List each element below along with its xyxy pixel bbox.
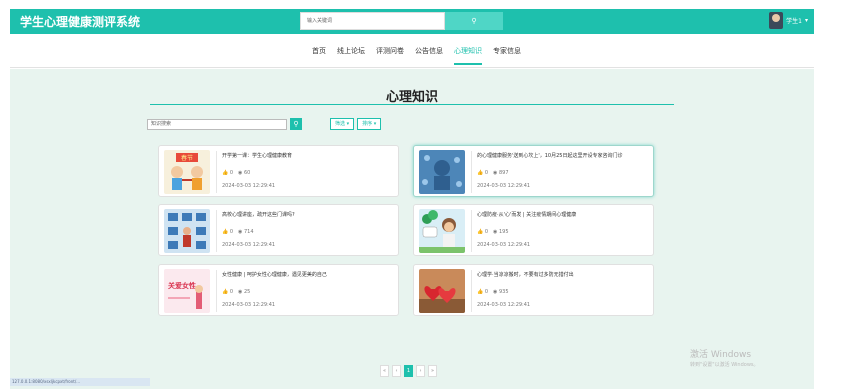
card-stats: 👍 0 ◉ 25 [222, 289, 250, 295]
view-count: ◉ 714 [238, 229, 254, 235]
card-thumbnail [419, 209, 465, 253]
card-date: 2024-03-03 12:29:41 [222, 302, 276, 308]
card-title[interactable]: 女性健康 | 呵护女性心理健康，遇见更美的自己 [222, 271, 394, 278]
knowledge-search-button[interactable]: ⚲ [290, 118, 302, 130]
eye-icon: ◉ [493, 229, 498, 235]
first-page-button[interactable]: « [380, 365, 389, 377]
windows-activation-watermark: 激活 Windows 转到"设置"以激活 Windows。 [690, 350, 759, 368]
card-date: 2024-03-03 12:29:41 [222, 242, 276, 248]
filter-row: 知识搜索 ⚲ 筛选 ▾ 排序 ▾ [147, 118, 382, 130]
nav-item-knowledge[interactable]: 心理知识 [454, 46, 482, 65]
thumbs-up-icon: 👍 [222, 289, 229, 295]
prev-page-button[interactable]: ‹ [392, 365, 401, 377]
nav-item-home[interactable]: 首页 [312, 46, 326, 56]
card-title[interactable]: 开学第一课：学生心理健康教育 [222, 152, 394, 159]
card-title[interactable]: 高校心理讲座，疏开这些门课吗? [222, 211, 394, 218]
card-title[interactable]: 的心理健康服务'送到心坎上'，10月25日起这里开设专家咨询门诊 [477, 152, 649, 159]
card-date: 2024-03-03 12:29:41 [477, 302, 531, 308]
card-date: 2024-03-03 12:29:41 [222, 183, 276, 189]
user-name: 学生1 [786, 18, 802, 25]
card-thumbnail [164, 209, 210, 253]
card-divider [216, 270, 217, 312]
search-icon: ⚲ [471, 17, 477, 25]
like-count: 👍 0 [477, 170, 489, 176]
card-stats: 👍 0 ◉ 935 [477, 289, 509, 295]
card-date: 2024-03-03 12:29:41 [477, 183, 531, 189]
search-input[interactable]: 输入关键词 [300, 12, 445, 30]
user-menu[interactable]: 学生1 ▾ [769, 12, 808, 29]
top-bar: 学生心理健康测评系统 输入关键词 ⚲ 学生1 ▾ [10, 9, 814, 34]
search-icon: ⚲ [293, 120, 299, 128]
view-count: ◉ 25 [238, 289, 251, 295]
section-title: 心理知识 [385, 90, 438, 105]
like-count: 👍 0 [477, 289, 489, 295]
like-count: 👍 0 [222, 289, 234, 295]
like-count: 👍 0 [477, 229, 489, 235]
content-area: 心理知识 知识搜索 ⚲ 筛选 ▾ 排序 ▾ 春节 开学第一课：学生心理健康教育 … [10, 69, 814, 389]
eye-icon: ◉ [238, 170, 243, 176]
page: 学生心理健康测评系统 输入关键词 ⚲ 学生1 ▾ 首页 线上论坛 评测问卷 公告… [0, 0, 845, 389]
card-divider [471, 210, 472, 252]
svg-text:关爱女性: 关爱女性 [168, 281, 196, 290]
avatar [769, 12, 784, 29]
card-thumbnail [419, 269, 465, 313]
knowledge-card[interactable]: 心理防疫·从'心'而发 | 关注疫情期间心理健康 👍 0 ◉ 195 2024-… [413, 204, 654, 256]
view-count: ◉ 60 [238, 170, 251, 176]
filter-dropdown[interactable]: 筛选 ▾ [330, 118, 355, 130]
view-count: ◉ 897 [493, 170, 509, 176]
thumbs-up-icon: 👍 [477, 289, 484, 295]
card-date: 2024-03-03 12:29:41 [477, 242, 531, 248]
pagination: « ‹ 1 › » [380, 365, 437, 377]
card-stats: 👍 0 ◉ 897 [477, 170, 509, 176]
eye-icon: ◉ [493, 170, 498, 176]
card-divider [216, 151, 217, 193]
last-page-button[interactable]: » [428, 365, 437, 377]
card-title[interactable]: 心理防疫·从'心'而发 | 关注疫情期间心理健康 [477, 211, 649, 218]
status-bar-url: 127.0.0.1:8080/xsxljkcpxt/front/... [10, 378, 150, 386]
thumbs-up-icon: 👍 [477, 229, 484, 235]
card-divider [216, 210, 217, 252]
knowledge-card[interactable]: 关爱女性 女性健康 | 呵护女性心理健康，遇见更美的自己 👍 0 ◉ 25 20… [158, 264, 399, 316]
nav-item-questionnaire[interactable]: 评测问卷 [376, 46, 404, 56]
view-count: ◉ 935 [493, 289, 509, 295]
thumbs-up-icon: 👍 [222, 170, 229, 176]
eye-icon: ◉ [238, 229, 243, 235]
nav-item-announcements[interactable]: 公告信息 [415, 46, 443, 56]
main-nav: 首页 线上论坛 评测问卷 公告信息 心理知识 专家信息 [10, 34, 814, 68]
nav-item-forum[interactable]: 线上论坛 [337, 46, 365, 56]
eye-icon: ◉ [238, 289, 243, 295]
view-count: ◉ 195 [493, 229, 509, 235]
title-divider [150, 104, 674, 105]
card-title[interactable]: 心理学·当凉凉搬时，不要有过多防无措付出 [477, 271, 649, 278]
card-divider [471, 270, 472, 312]
knowledge-card[interactable]: 春节 开学第一课：学生心理健康教育 👍 0 ◉ 60 2024-03-03 12… [158, 145, 399, 197]
card-stats: 👍 0 ◉ 60 [222, 170, 250, 176]
card-stats: 👍 0 ◉ 195 [477, 229, 509, 235]
knowledge-search-input[interactable]: 知识搜索 [147, 118, 287, 130]
next-page-button[interactable]: › [416, 365, 425, 377]
header-search: 输入关键词 ⚲ [300, 12, 503, 30]
app-title: 学生心理健康测评系统 [20, 15, 141, 29]
card-thumbnail: 关爱女性 [164, 269, 210, 313]
search-button[interactable]: ⚲ [445, 12, 503, 30]
like-count: 👍 0 [222, 229, 234, 235]
thumbs-up-icon: 👍 [222, 229, 229, 235]
chevron-down-icon: ▾ [804, 17, 808, 24]
card-stats: 👍 0 ◉ 714 [222, 229, 254, 235]
card-divider [471, 151, 472, 193]
card-thumbnail [419, 150, 465, 194]
like-count: 👍 0 [222, 170, 234, 176]
sort-dropdown[interactable]: 排序 ▾ [357, 118, 382, 130]
page-button-current[interactable]: 1 [404, 365, 413, 377]
knowledge-card[interactable]: 高校心理讲座，疏开这些门课吗? 👍 0 ◉ 714 2024-03-03 12:… [158, 204, 399, 256]
eye-icon: ◉ [493, 289, 498, 295]
knowledge-card[interactable]: 的心理健康服务'送到心坎上'，10月25日起这里开设专家咨询门诊 👍 0 ◉ 8… [413, 145, 654, 197]
knowledge-card[interactable]: 心理学·当凉凉搬时，不要有过多防无措付出 👍 0 ◉ 935 2024-03-0… [413, 264, 654, 316]
card-thumbnail: 春节 [164, 150, 210, 194]
svg-text:春节: 春节 [181, 154, 193, 162]
thumbs-up-icon: 👍 [477, 170, 484, 176]
nav-item-experts[interactable]: 专家信息 [493, 46, 521, 56]
